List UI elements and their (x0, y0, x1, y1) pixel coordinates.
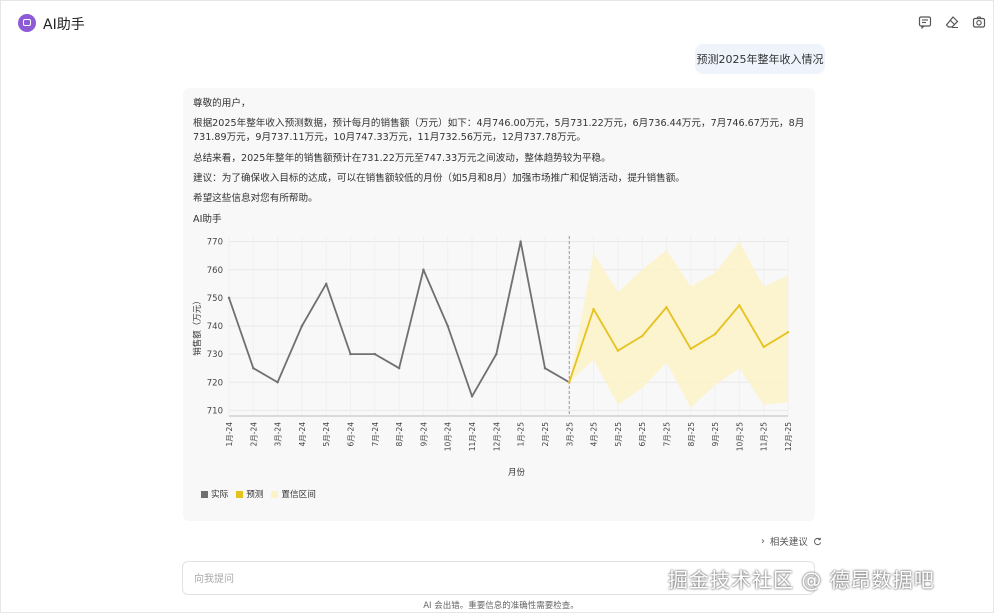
forecast-point (738, 304, 741, 307)
actual-point (276, 381, 279, 384)
x-tick-label: 2月-24 (249, 422, 258, 447)
x-tick-label: 7月-25 (662, 422, 671, 447)
y-tick-label: 770 (207, 238, 223, 248)
actual-point (373, 352, 377, 356)
answer-forecast-paragraph: 根据2025年整年收入预测数据，预计每月的销售额（万元）如下：4月746.00万… (193, 118, 805, 143)
y-tick-label: 740 (207, 322, 223, 332)
forecast-point (568, 381, 571, 384)
forecast-point (786, 331, 790, 334)
legend-forecast-swatch (236, 490, 244, 498)
answer-closing: 希望这些信息对您有所帮助。 (193, 193, 318, 204)
forecast-point (640, 334, 644, 338)
chart-caption: AI助手 (193, 214, 222, 225)
forecast-point (689, 347, 692, 351)
refresh-icon (813, 537, 821, 545)
legend-band-swatch (271, 490, 279, 498)
forecast-point (592, 307, 595, 311)
watermark-text: 掘金技术社区 @ 德昂数据吧 (668, 568, 935, 592)
x-tick-label: 5月-24 (322, 422, 331, 447)
x-tick-label: 1月-25 (517, 422, 526, 447)
x-tick-label: 8月-24 (395, 422, 404, 447)
disclaimer-text: AI 会出错。重要信息的准确性需要检查。 (423, 601, 579, 611)
x-tick-label: 5月-25 (614, 422, 623, 447)
x-tick-label: 4月-25 (590, 422, 599, 447)
actual-point (495, 352, 498, 356)
x-tick-label: 11月-24 (468, 422, 477, 452)
x-tick-label: 10月-24 (444, 422, 453, 452)
legend-band-label: 置信区间 (281, 490, 316, 500)
top-toolbar (918, 15, 986, 29)
x-tick-label: 6月-24 (347, 422, 356, 447)
legend-forecast[interactable]: 预测 (236, 488, 263, 500)
user-message-bubble: 预测2025年整年收入情况 (695, 44, 825, 74)
x-axis-label: 月份 (508, 467, 526, 478)
x-tick-label: 9月-25 (711, 422, 720, 447)
legend-forecast-label: 预测 (246, 490, 264, 500)
actual-point (422, 268, 425, 271)
x-tick-label: 12月-25 (784, 422, 793, 452)
y-axis-label: 销售额（万元） (192, 296, 203, 356)
x-tick-label: 7月-24 (371, 422, 380, 447)
answer-summary-paragraph: 总结来看，2025年整年的销售额预计在731.22万元至747.33万元之间波动… (193, 153, 611, 164)
y-tick-label: 730 (207, 350, 223, 360)
forecast-point (665, 306, 668, 309)
actual-point (446, 324, 449, 328)
actual-point (470, 395, 474, 398)
app-logo-icon (18, 14, 36, 32)
x-tick-label: 2月-25 (541, 422, 550, 447)
y-tick-label: 750 (207, 294, 223, 304)
x-tick-label: 9月-24 (419, 422, 428, 447)
legend-actual-swatch (201, 490, 208, 498)
x-tick-label: 1月-24 (225, 422, 234, 447)
legend-actual-label: 实际 (211, 490, 229, 500)
x-tick-label: 8月-25 (687, 422, 696, 447)
legend-actual[interactable]: 实际 (201, 488, 228, 500)
y-tick-label: 710 (207, 406, 223, 416)
y-tick-label: 760 (207, 266, 223, 276)
x-tick-label: 10月-25 (735, 422, 744, 452)
answer-greeting: 尊敬的用户， (193, 98, 251, 109)
x-tick-label: 6月-25 (638, 422, 647, 447)
related-suggestions-button[interactable]: › 相关建议 (761, 534, 822, 548)
forecast-point (713, 332, 717, 336)
actual-point (325, 282, 328, 286)
x-tick-label: 4月-24 (298, 422, 307, 447)
related-suggestions-label: 相关建议 (769, 537, 808, 548)
assistant-answer-card: 尊敬的用户， 根据2025年整年收入预测数据，预计每月的销售额（万元）如下：4月… (183, 88, 815, 521)
app-window: AI助手 预测2025年整年收入情况 尊敬的用户， 根据2025年整年收入预测数… (0, 0, 994, 613)
actual-point (397, 366, 401, 370)
actual-point (543, 366, 547, 370)
actual-point (519, 240, 522, 243)
y-tick-label: 720 (207, 378, 223, 388)
camera-icon[interactable] (972, 15, 986, 29)
chart-legend: 实际 预测 置信区间 (201, 488, 316, 500)
actual-point (300, 324, 304, 328)
actual-point (227, 296, 231, 300)
sales-forecast-chart: 710 720 730 740 750 760 770 1月-24 2月-24 3月-24 4月-2… (192, 236, 793, 478)
chevron-right-icon: › (761, 535, 765, 547)
legend-band[interactable]: 置信区间 (271, 488, 316, 500)
actual-point (252, 366, 255, 370)
x-tick-label: 12月-24 (492, 422, 501, 452)
answer-suggestion-paragraph: 建议：为了确保收入目标的达成，可以在销售额较低的月份（如5月和8月）加强市场推广… (193, 173, 685, 184)
top-bar: AI助手 (1, 1, 994, 45)
x-tick-label: 3月-25 (565, 422, 574, 447)
eraser-icon[interactable] (945, 15, 959, 29)
forecast-point (616, 349, 620, 352)
actual-point (349, 352, 352, 356)
note-icon[interactable] (918, 15, 932, 29)
x-tick-label: 3月-24 (274, 422, 283, 447)
forecast-point (762, 345, 765, 349)
x-tick-label: 11月-25 (760, 422, 769, 452)
app-title: AI助手 (43, 17, 85, 33)
